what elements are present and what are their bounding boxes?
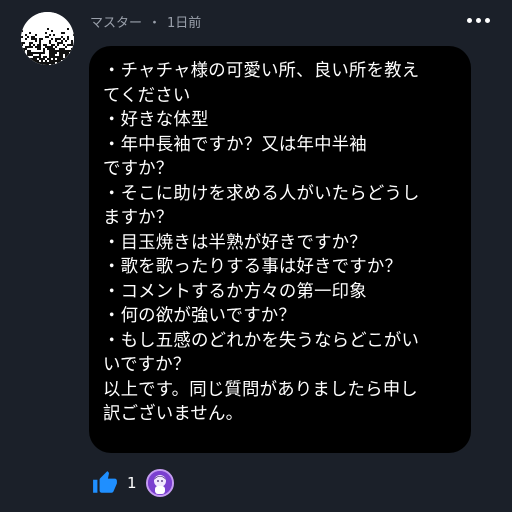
message-line: ・目玉焼きは半熟が好きですか？ bbox=[103, 232, 367, 253]
message-line: 以上です。同じ質問がありましたら申し bbox=[103, 379, 418, 400]
message-line: ・年中長袖ですか？又は年中半袖 bbox=[103, 134, 367, 155]
reactor-avatar[interactable] bbox=[145, 469, 174, 497]
message-line: てください bbox=[103, 85, 191, 106]
post-meta: マスター・ 1日前 bbox=[90, 12, 201, 31]
comment-screen: マスター・ 1日前 ・チャチャ様の可愛い所、良い所を教え てください ・好きな体型… bbox=[0, 0, 512, 512]
post-time: 1日前 bbox=[167, 16, 202, 31]
meta-separator: ・ bbox=[148, 16, 162, 31]
message-line: ・そこに助けを求める人がいたらどうし bbox=[103, 183, 420, 204]
message-line: ますか？ bbox=[103, 208, 174, 228]
more-dot-1 bbox=[467, 18, 472, 23]
message-bubble: ・チャチャ様の可愛い所、良い所を教え てください ・好きな体型 ・年中長袖ですか… bbox=[89, 46, 471, 453]
message-line: ・チャチャ様の可愛い所、良い所を教え bbox=[103, 61, 420, 81]
message-line: ですか？ bbox=[103, 159, 174, 179]
like-count: 1 bbox=[127, 474, 137, 492]
message-line: ・歌を歌ったりする事は好きですか？ bbox=[103, 257, 403, 277]
message-line: ・もし五感のどれかを失うならどこがい bbox=[103, 330, 420, 351]
message-line: いですか？ bbox=[103, 355, 191, 375]
author-name[interactable]: マスター bbox=[90, 16, 142, 31]
reactor-avatar-icon bbox=[147, 471, 172, 495]
more-options-button[interactable] bbox=[467, 18, 490, 23]
message-line: 訳ございません。 bbox=[103, 404, 244, 424]
more-dot-2 bbox=[476, 18, 481, 23]
message-line: ・コメントするか方々の第一印象 bbox=[103, 281, 367, 302]
avatar-noise-icon bbox=[21, 12, 74, 65]
more-dot-3 bbox=[485, 18, 490, 23]
author-avatar[interactable] bbox=[21, 12, 74, 65]
thumbs-up-icon[interactable] bbox=[92, 470, 118, 496]
message-line: ・好きな体型 bbox=[103, 110, 209, 130]
reactions-bar: 1 bbox=[92, 469, 174, 497]
message-line: ・何の欲が強いですか？ bbox=[103, 306, 296, 326]
